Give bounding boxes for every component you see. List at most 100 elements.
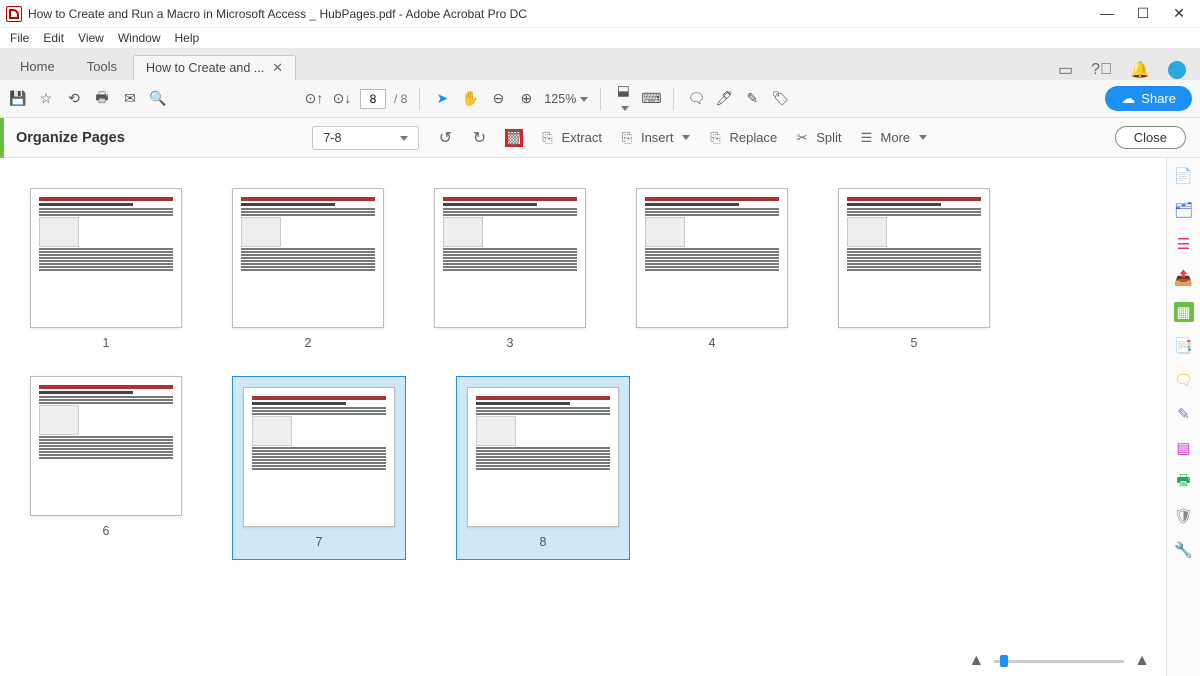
separator (673, 88, 674, 110)
page-preview (30, 376, 182, 516)
menu-edit[interactable]: Edit (43, 31, 64, 45)
organize-title: Organize Pages (16, 130, 125, 146)
page-number-label: 7 (316, 535, 323, 549)
zoom-dropdown[interactable]: 125% (544, 92, 588, 106)
send-icon[interactable]: ⟲ (64, 90, 84, 107)
page-number-label: 4 (709, 336, 716, 350)
split-button[interactable]: ✂Split (793, 129, 841, 147)
stage: 1 2 3 4 5 6 7 8 📄 🗂 ☰ 📤 ▦ 📑 🗨 ✎ ▤ 🖶 🛡 🔧 (0, 158, 1200, 676)
page-number-label: 2 (305, 336, 312, 350)
more-tools-icon[interactable]: 🔧 (1174, 540, 1194, 560)
fit-page-icon[interactable]: ⬓ (613, 82, 633, 115)
more-label: More (880, 130, 910, 145)
read-mode-icon[interactable]: ⌨ (641, 90, 661, 107)
window-title-bar: How to Create and Run a Macro in Microso… (0, 0, 1200, 28)
tab-tools[interactable]: Tools (71, 53, 133, 80)
close-window-button[interactable]: ✕ (1170, 5, 1188, 22)
rotate-cw-icon[interactable]: ↻ (471, 129, 489, 147)
bell-icon[interactable]: 🔔 (1130, 60, 1150, 80)
page-number-label: 6 (103, 524, 110, 538)
search-icon[interactable]: 🔍 (148, 90, 168, 107)
fill-sign-icon[interactable]: ✎ (1174, 404, 1194, 424)
page-preview (467, 387, 619, 527)
page-thumbnail[interactable]: 5 (838, 188, 990, 350)
page-thumbnail[interactable]: 1 (30, 188, 182, 350)
export-pdf-icon[interactable]: 📤 (1174, 268, 1194, 288)
redact-icon[interactable]: ▤ (1174, 438, 1194, 458)
page-number-label: 1 (103, 336, 110, 350)
extract-button[interactable]: ⎘ Extract (539, 129, 602, 147)
user-avatar[interactable] (1168, 61, 1186, 79)
protect-icon[interactable]: 🛡 (1174, 506, 1194, 526)
stamp-icon[interactable]: 🏷 (770, 90, 790, 107)
create-pdf-icon[interactable]: 📄 (1174, 166, 1194, 186)
insert-button[interactable]: ⎘Insert (618, 129, 691, 147)
close-label: Close (1134, 130, 1167, 145)
tab-document[interactable]: How to Create and ... ✕ (133, 55, 296, 80)
share-button[interactable]: Share (1105, 86, 1192, 111)
print-production-icon[interactable]: 🖶 (1174, 472, 1194, 492)
comment-tool-icon[interactable]: 🗨 (1174, 370, 1194, 390)
page-thumbnail[interactable]: 3 (434, 188, 586, 350)
page-up-icon[interactable]: ⊙↑ (304, 90, 324, 107)
page-thumbnail[interactable]: 8 (456, 376, 630, 560)
zoom-slider-track[interactable] (994, 660, 1124, 663)
window-title: How to Create and Run a Macro in Microso… (28, 7, 527, 21)
pointer-icon[interactable]: ➤ (432, 90, 452, 107)
combine-files-icon[interactable]: 🗂 (1174, 200, 1194, 220)
more-button[interactable]: ☰More (857, 129, 927, 147)
help-icon[interactable]: ?⃝ (1091, 61, 1112, 79)
maximize-button[interactable]: ☐ (1134, 5, 1152, 22)
replace-button[interactable]: ⎘Replace (706, 129, 777, 147)
tab-home[interactable]: Home (4, 53, 71, 80)
star-icon[interactable]: ☆ (36, 90, 56, 107)
menu-file[interactable]: File (10, 31, 29, 45)
zoom-large-icon[interactable]: ▲ (1134, 652, 1150, 670)
close-organize-button[interactable]: Close (1115, 126, 1186, 149)
hand-icon[interactable]: ✋ (460, 90, 480, 107)
save-icon[interactable]: 💾 (8, 90, 28, 107)
delete-pages-button[interactable]: 🗑 (505, 129, 523, 147)
page-preview (838, 188, 990, 328)
close-tab-icon[interactable]: ✕ (272, 60, 283, 76)
menu-view[interactable]: View (78, 31, 104, 45)
page-down-icon[interactable]: ⊙↓ (332, 90, 352, 107)
page-preview (30, 188, 182, 328)
share-label: Share (1141, 91, 1176, 106)
highlight-icon[interactable]: 🖊 (714, 90, 734, 107)
app-icon (6, 6, 22, 22)
extract-icon: ⎘ (539, 129, 557, 147)
sign-icon[interactable]: ✎ (742, 90, 762, 107)
page-thumbnail[interactable]: 4 (636, 188, 788, 350)
minimize-button[interactable]: ― (1098, 5, 1116, 22)
page-thumbnail[interactable]: 7 (232, 376, 406, 560)
rotate-ccw-icon[interactable]: ↺ (437, 129, 455, 147)
zoom-in-icon[interactable]: ⊕ (516, 90, 536, 107)
enhance-scans-icon[interactable]: 📑 (1174, 336, 1194, 356)
tab-bar: Home Tools How to Create and ... ✕ ▭ ?⃝ … (0, 48, 1200, 80)
extract-label: Extract (562, 130, 602, 145)
page-preview (243, 387, 395, 527)
page-range-selector[interactable]: 7-8 (312, 126, 418, 150)
replace-icon: ⎘ (706, 129, 724, 147)
zoom-slider-handle[interactable] (1000, 655, 1008, 667)
zoom-small-icon[interactable]: ▲ (968, 652, 984, 670)
edit-pdf-icon[interactable]: ☰ (1174, 234, 1194, 254)
page-thumbnail[interactable]: 6 (30, 376, 182, 560)
print-icon[interactable]: 🖶 (92, 87, 112, 111)
range-value: 7-8 (323, 131, 341, 145)
zoom-out-icon[interactable]: ⊖ (488, 90, 508, 107)
menu-bar: File Edit View Window Help (0, 28, 1200, 48)
organize-pages-icon[interactable]: ▦ (1174, 302, 1194, 322)
menu-window[interactable]: Window (118, 31, 161, 45)
page-total-label: / 8 (394, 92, 407, 106)
menu-help[interactable]: Help (175, 31, 200, 45)
page-preview (232, 188, 384, 328)
comment-icon[interactable]: 🗨 (686, 90, 706, 107)
organize-pages-toolbar: Organize Pages 7-8 ↺ ↻ 🗑 ⎘ Extract ⎘Inser… (0, 118, 1200, 158)
page-thumbnail[interactable]: 2 (232, 188, 384, 350)
page-number-input[interactable] (360, 89, 386, 109)
chat-icon[interactable]: ▭ (1058, 60, 1073, 80)
page-preview (636, 188, 788, 328)
mail-icon[interactable]: ✉ (120, 90, 140, 107)
